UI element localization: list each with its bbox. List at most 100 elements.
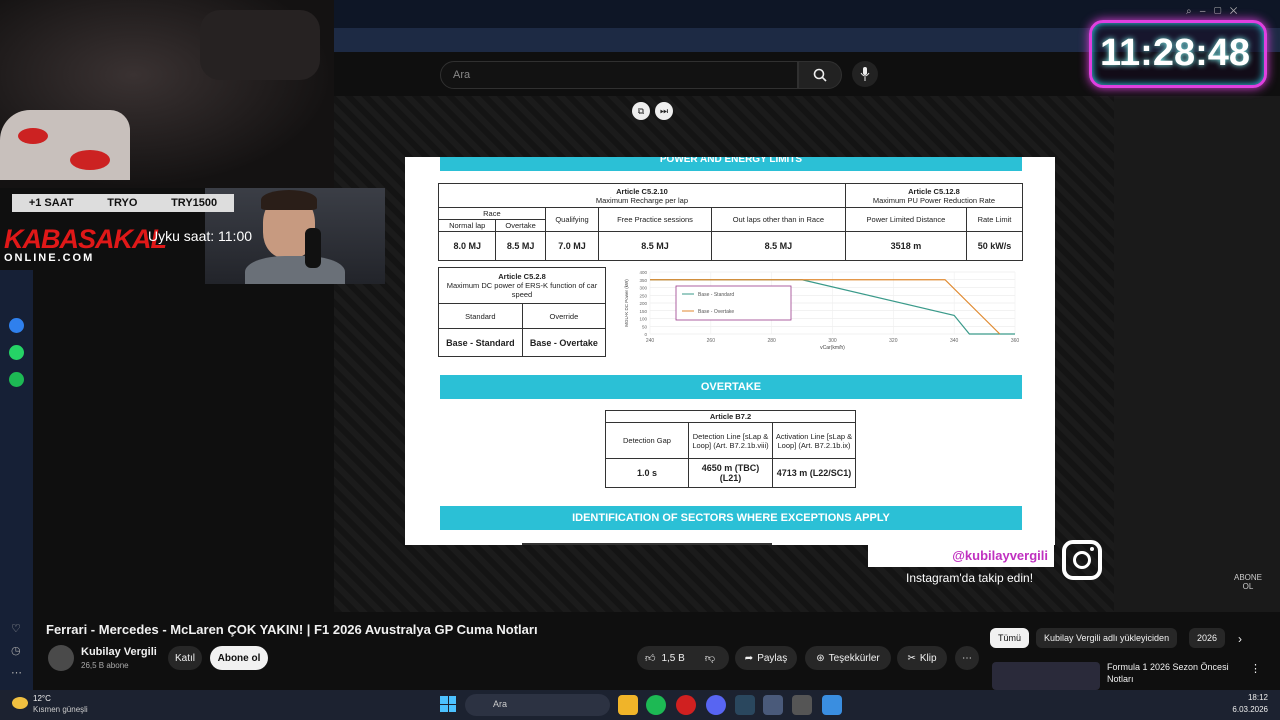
skip-icon[interactable]: ⏭ — [655, 102, 673, 120]
subscribe-button[interactable]: Abone ol — [210, 646, 268, 670]
shirt — [245, 256, 345, 284]
weather-temp[interactable]: 12°C — [33, 694, 51, 703]
channel-name[interactable]: Kubilay Vergili — [81, 646, 157, 658]
windows-taskbar — [0, 690, 1280, 720]
y-tick-label: 100 — [639, 317, 647, 322]
value-cell: 7.0 MJ — [544, 231, 600, 261]
col-header: Standard — [438, 302, 523, 330]
microphone — [305, 228, 321, 268]
y-tick-label: 200 — [639, 301, 647, 306]
miniplayer-icon[interactable]: ⧉ — [632, 102, 650, 120]
search-button[interactable] — [798, 61, 842, 89]
join-button[interactable]: Katıl — [168, 646, 202, 670]
value-cell: 8.0 MJ — [437, 231, 497, 261]
mic-icon — [860, 67, 870, 81]
whatsapp-icon[interactable] — [9, 345, 24, 360]
overtake-table: Article B7.2 Detection Gap Detection Lin… — [605, 410, 856, 488]
like-dislike-group[interactable]: 👍︎ 1,5 B 👎︎ — [637, 646, 729, 670]
subscriber-count: 26,5 B abone — [81, 661, 129, 670]
thumbs-down-icon[interactable]: 👎︎ — [705, 652, 715, 664]
channel-avatar[interactable] — [48, 645, 74, 671]
rec-menu-icon[interactable]: ⋮ — [1250, 662, 1261, 675]
sleep-note: Uyku saat: 11:00 — [148, 228, 253, 244]
section-overtake-header: OVERTAKE — [440, 375, 1022, 399]
instagram-handle: @kubilayvergili — [868, 545, 1054, 567]
x-tick-label: 320 — [889, 338, 898, 344]
chip-all[interactable]: Tümü — [990, 628, 1030, 648]
share-button[interactable]: ➦ Paylaş — [735, 646, 797, 670]
clock-icon[interactable]: ◷ — [11, 644, 21, 657]
messenger-icon[interactable] — [9, 318, 24, 333]
taskbar-date[interactable]: 6.03.2026 — [1227, 705, 1268, 714]
chip-uploader[interactable]: Kubilay Vergili adlı yükleyiciden — [1036, 628, 1178, 648]
thanks-button[interactable]: ⊛ Teşekkürler — [805, 646, 891, 670]
clock-time: 11:28:48 — [1100, 32, 1251, 74]
legend-entry: Base - Overtake — [698, 309, 734, 315]
weather-desc[interactable]: Kısmen güneşli — [33, 705, 88, 714]
article-label: Article B7.2 — [605, 410, 856, 423]
bed-blanket — [0, 110, 130, 180]
file-explorer-icon[interactable] — [618, 695, 638, 715]
value-cell: 50 kW/s — [965, 231, 1024, 261]
discord-icon[interactable] — [706, 695, 726, 715]
article-label: Article C5.12.8 — [908, 186, 960, 196]
side-panel — [1114, 96, 1280, 612]
steam-icon[interactable] — [735, 695, 755, 715]
x-tick-label: 280 — [767, 338, 776, 344]
clip-button[interactable]: ✂ Klip — [897, 646, 947, 670]
more-actions-button[interactable]: ⋯ — [955, 646, 979, 670]
more-icon[interactable]: ⋯ — [11, 666, 22, 679]
app-icon[interactable] — [792, 695, 812, 715]
race-header: Race — [438, 207, 546, 220]
energy-table: Article C5.2.10 Maximum Recharge per lap … — [437, 183, 1024, 261]
instagram-cta: Instagram'da takip edin! — [906, 571, 1034, 585]
ticker-item: TRY1500 — [171, 197, 218, 209]
x-tick-label: 300 — [828, 338, 837, 344]
y-tick-label: 300 — [639, 286, 647, 291]
voice-search-button[interactable] — [852, 61, 878, 87]
rec-thumbnail[interactable] — [992, 662, 1100, 690]
col-header: Power Limited Distance — [844, 207, 967, 232]
article-sub: Maximum DC power of ERS-K function of ca… — [446, 281, 598, 299]
heart-icon[interactable]: ♡ — [11, 622, 21, 635]
col-header: Normal lap — [437, 219, 497, 232]
col-header: Rate Limit — [965, 207, 1024, 232]
table-edge — [522, 543, 772, 545]
value-cell: Base - Overtake — [521, 328, 607, 357]
rec-title[interactable]: Formula 1 2026 Sezon Öncesi Notları — [1107, 661, 1235, 685]
chevron-right-icon[interactable]: › — [1238, 632, 1242, 646]
article-sub: Maximum Recharge per lap — [595, 195, 689, 205]
spotify-taskbar-icon[interactable] — [646, 695, 666, 715]
blanket-pattern — [18, 128, 48, 144]
spotify-icon[interactable] — [9, 372, 24, 387]
value-cell: 8.5 MJ — [598, 231, 712, 261]
taskbar-time[interactable]: 18:12 — [1242, 693, 1268, 702]
value-cell: 4713 m (L22/SC1) — [772, 458, 856, 488]
instagram-icon — [1062, 540, 1102, 580]
kabasakal-logo-sub: ONLINE.COM — [4, 252, 95, 264]
x-tick-label: 260 — [707, 338, 716, 344]
col-header: Detection Line [sLap & Loop] (Art. B7.2.… — [688, 422, 773, 459]
window-controls[interactable]: ⌕ – ▢ ✕ — [1186, 6, 1237, 17]
app-icon[interactable] — [763, 695, 783, 715]
col-header: Activation Line [sLap & Loop] (Art. B7.2… — [772, 422, 856, 459]
thumbs-up-icon[interactable]: 👍︎ — [645, 652, 655, 664]
video-title: Ferrari - Mercedes - McLaren ÇOK YAKIN! … — [46, 622, 538, 637]
y-tick-label: 150 — [639, 309, 647, 314]
col-header: Detection Gap — [605, 422, 689, 459]
taskbar-search[interactable]: Ara — [465, 694, 610, 716]
weather-icon — [12, 697, 28, 709]
windows-start-icon[interactable] — [440, 696, 456, 712]
app-icon[interactable] — [822, 695, 842, 715]
legend-entry: Base - Standard — [698, 292, 734, 298]
ers-table: Article C5.2.8 Maximum DC power of ERS-K … — [438, 267, 607, 357]
search-icon — [813, 68, 827, 82]
subscribe-watermark[interactable]: ABONE OL — [1230, 573, 1266, 591]
value-cell: 8.5 MJ — [710, 231, 846, 261]
search-input[interactable]: Ara — [440, 61, 798, 89]
kabasakal-logo: KABASAKAL — [4, 224, 167, 254]
y-axis-label: MGU-K DC Power (kW) — [624, 279, 629, 327]
chip-2026[interactable]: 2026 — [1189, 628, 1225, 648]
opera-icon[interactable] — [676, 695, 696, 715]
share-icon: ➦ — [744, 652, 754, 664]
